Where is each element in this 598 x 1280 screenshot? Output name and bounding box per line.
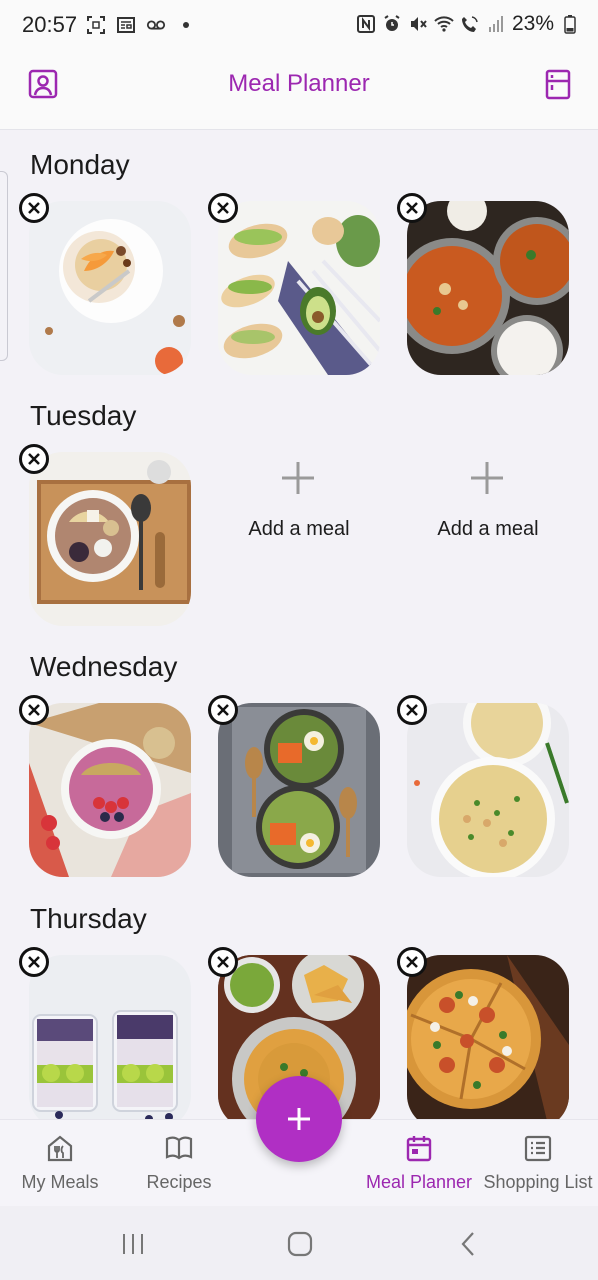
bibimbap-photo[interactable] xyxy=(218,703,380,877)
close-icon xyxy=(406,704,418,716)
yogurt-bowl-photo[interactable] xyxy=(29,201,191,375)
berry-bowl-photo[interactable] xyxy=(29,703,191,877)
meal-card[interactable] xyxy=(19,695,191,877)
nav-label: Meal Planner xyxy=(365,1172,473,1192)
wifi-icon xyxy=(434,16,454,32)
news-icon xyxy=(117,17,135,33)
close-icon xyxy=(217,202,229,214)
app-bar: Meal Planner xyxy=(0,54,598,130)
close-icon xyxy=(217,704,229,716)
plus-icon xyxy=(288,1108,310,1130)
remove-meal-button[interactable] xyxy=(397,193,427,223)
nav-label: Shopping List xyxy=(483,1172,593,1192)
signal-icon xyxy=(488,16,503,32)
calendar-icon xyxy=(406,1136,432,1162)
pasta-salad-photo[interactable] xyxy=(407,703,569,877)
remove-meal-button[interactable] xyxy=(19,947,49,977)
curry-photo[interactable] xyxy=(407,201,569,375)
screenshot-icon xyxy=(87,16,105,34)
status-time: 20:57 xyxy=(22,12,78,37)
meal-card[interactable] xyxy=(208,193,380,375)
close-icon xyxy=(28,453,40,465)
add-meal-label: Add a meal xyxy=(248,518,350,540)
back-icon[interactable] xyxy=(455,1230,483,1258)
day-title: Thursday xyxy=(30,903,147,934)
remove-meal-button[interactable] xyxy=(19,193,49,223)
list-icon xyxy=(524,1135,552,1162)
meal-card[interactable] xyxy=(397,193,569,375)
nfc-icon xyxy=(356,15,375,33)
remove-meal-button[interactable] xyxy=(397,695,427,725)
close-icon xyxy=(217,956,229,968)
day-title: Tuesday xyxy=(30,400,137,431)
alarm-icon xyxy=(384,15,400,31)
plus-icon xyxy=(282,462,314,494)
add-meal-label: Add a meal xyxy=(437,518,539,540)
status-bar: 20:57 23% xyxy=(0,0,598,54)
page-title: Meal Planner xyxy=(228,70,370,97)
remove-meal-button[interactable] xyxy=(208,695,238,725)
smoothie-bowl-photo[interactable] xyxy=(29,452,191,626)
meal-card[interactable] xyxy=(19,444,191,626)
nav-item-recipes[interactable]: Recipes xyxy=(119,1120,239,1207)
add-meal-tile[interactable]: Add a meal xyxy=(407,452,569,626)
home-icon[interactable] xyxy=(286,1230,314,1258)
system-navigation-bar xyxy=(0,1206,598,1280)
meal-card[interactable] xyxy=(19,947,191,1119)
fridge-icon[interactable] xyxy=(542,68,574,100)
mute-icon xyxy=(410,17,427,31)
close-icon xyxy=(28,704,40,716)
add-fab-button[interactable] xyxy=(256,1076,342,1162)
nav-item-shopping-list[interactable]: Shopping List xyxy=(478,1120,598,1207)
dot-icon xyxy=(183,22,189,28)
nav-item-meal-planner[interactable]: Meal Planner xyxy=(359,1120,479,1207)
remove-meal-button[interactable] xyxy=(19,444,49,474)
day-section-wednesday: Wednesday xyxy=(0,633,598,885)
close-icon xyxy=(28,202,40,214)
chia-parfait-photo[interactable] xyxy=(29,955,191,1119)
meal-card[interactable] xyxy=(19,193,191,375)
meal-card[interactable] xyxy=(397,947,569,1119)
meal-card[interactable] xyxy=(397,695,569,877)
add-meal-button[interactable]: Add a meal xyxy=(407,452,569,626)
remove-meal-button[interactable] xyxy=(208,947,238,977)
tacos-photo[interactable] xyxy=(218,201,380,375)
voicemail-icon xyxy=(146,20,166,30)
day-title: Wednesday xyxy=(30,651,178,682)
nav-item-my-meals[interactable]: My Meals xyxy=(0,1120,120,1207)
close-icon xyxy=(406,202,418,214)
status-left-icons xyxy=(86,15,196,35)
pizza-photo[interactable] xyxy=(407,955,569,1119)
add-meal-tile[interactable]: Add a meal xyxy=(218,452,380,626)
status-right: 23% xyxy=(356,12,580,36)
book-icon xyxy=(165,1136,193,1160)
remove-meal-button[interactable] xyxy=(19,695,49,725)
nav-label: Recipes xyxy=(146,1172,212,1192)
remove-meal-button[interactable] xyxy=(208,193,238,223)
plus-icon xyxy=(471,462,503,494)
close-icon xyxy=(28,956,40,968)
day-title: Monday xyxy=(30,149,130,180)
battery-percent: 23% xyxy=(511,12,554,35)
recents-icon[interactable] xyxy=(119,1230,147,1258)
home-cutlery-icon xyxy=(47,1135,73,1162)
day-section-tuesday: Tuesday Add a meal Add a meal xyxy=(0,382,598,634)
add-meal-button[interactable]: Add a meal xyxy=(218,452,380,626)
wifi-call-icon xyxy=(461,16,478,32)
meal-card[interactable] xyxy=(208,695,380,877)
nav-label: My Meals xyxy=(21,1172,99,1192)
meal-plan-list[interactable]: Monday Tuesday Add a meal Add a meal Wed… xyxy=(0,131,598,1119)
battery-icon xyxy=(564,15,576,34)
close-icon xyxy=(406,956,418,968)
remove-meal-button[interactable] xyxy=(397,947,427,977)
day-section-monday: Monday xyxy=(0,131,598,383)
